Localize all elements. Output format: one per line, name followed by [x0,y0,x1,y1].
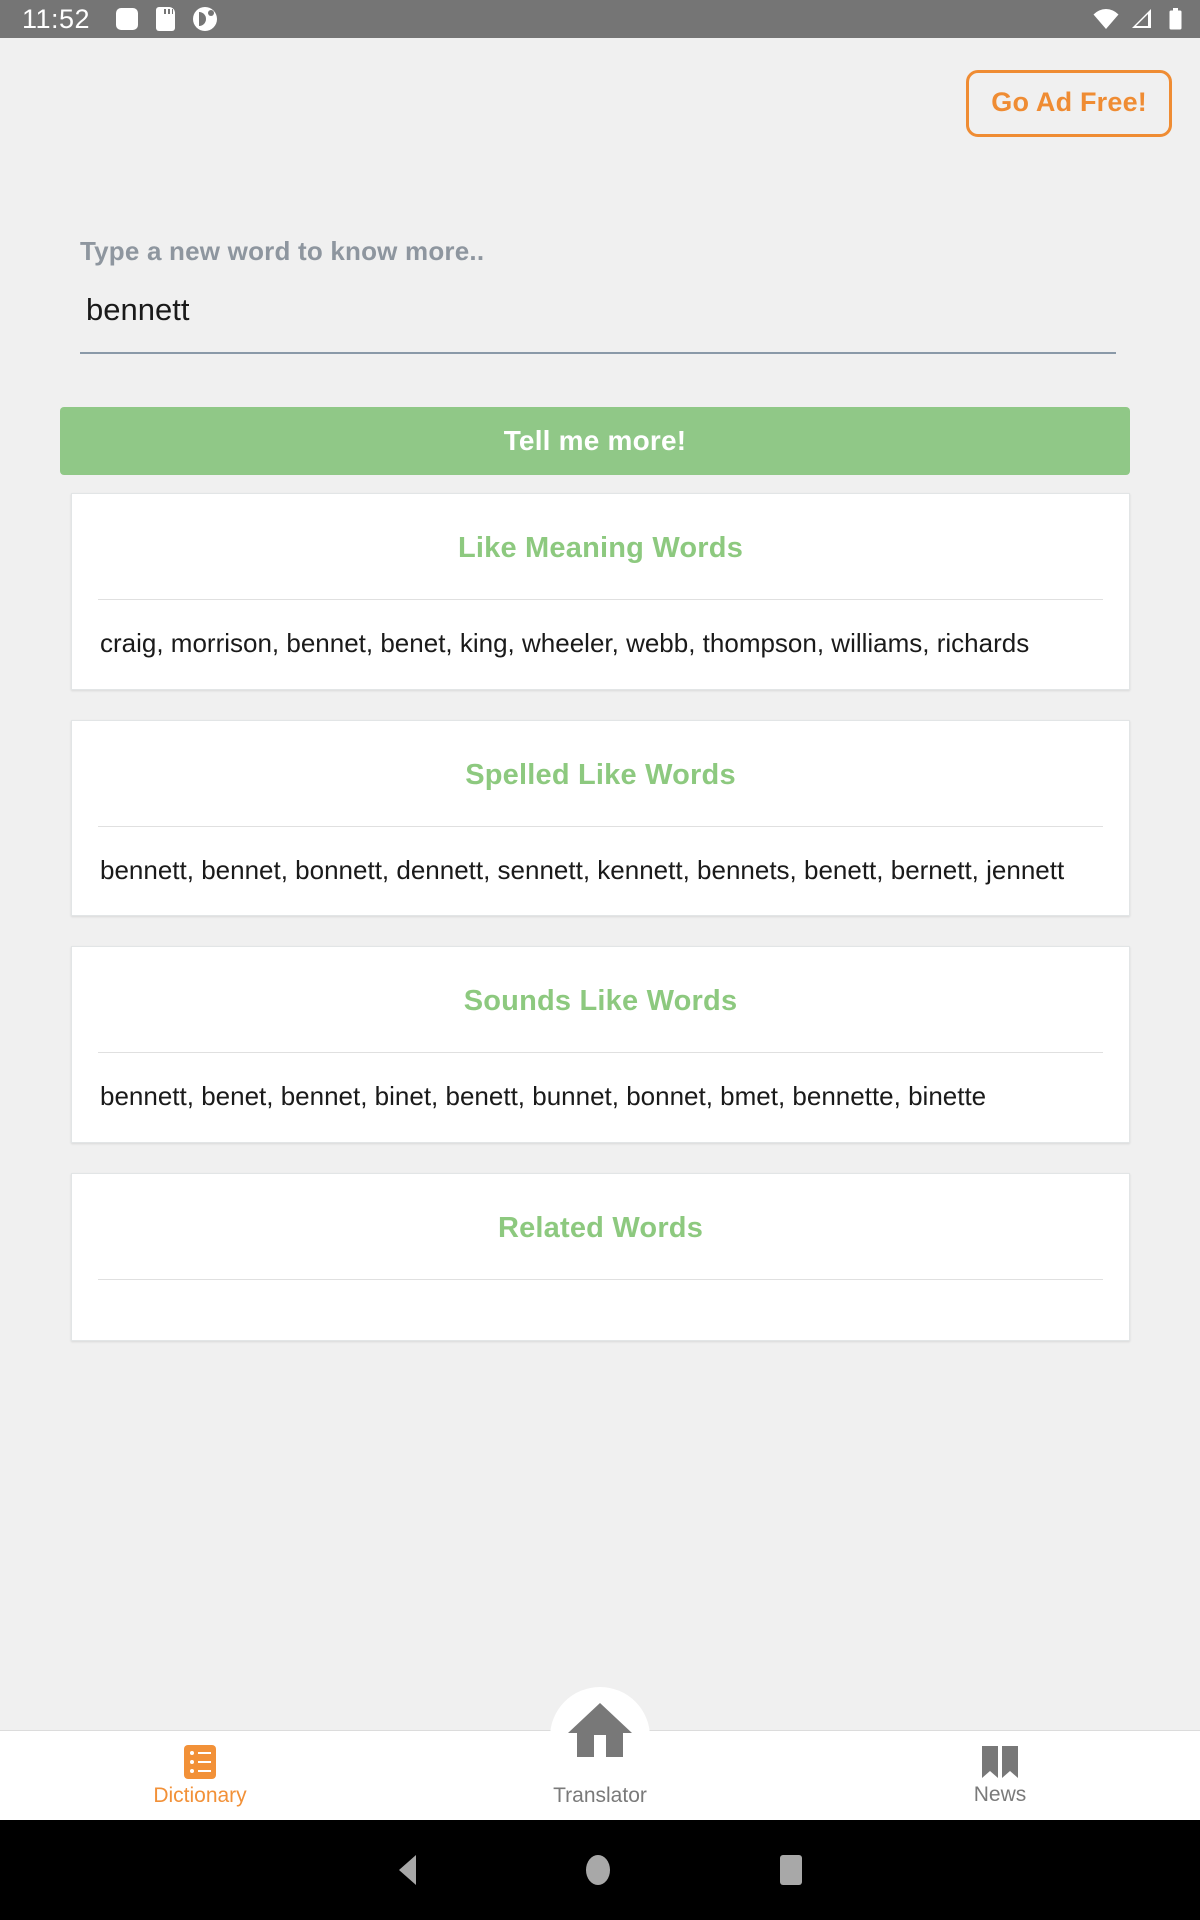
wifi-icon [1093,9,1119,29]
app-circle-icon [193,7,218,31]
recents-button-icon[interactable] [779,1855,802,1885]
card-title: Related Words [497,1211,704,1244]
nav-item-translator[interactable]: Translator [400,1687,800,1820]
battery-icon [1169,8,1182,30]
home-icon [566,1701,634,1764]
bottom-navigation: Dictionary Translator News [0,1687,1200,1820]
card-title: Spelled Like Words [465,758,736,791]
card-word-list: bennett, benet, bennet, binet, benett, b… [100,1081,987,1112]
card-title: Like Meaning Words [457,532,744,565]
search-label: Type a new word to know more.. [80,236,485,266]
card-word-list: craig, morrison, bennet, benet, king, wh… [100,628,1030,659]
status-bar-left-icons [116,7,218,31]
card-related-words: Related Words [71,1172,1130,1341]
nav-item-news[interactable]: News [800,1731,1200,1820]
nav-label-dictionary: Dictionary [153,1784,247,1807]
app-screen: 11:52 Go Ad Free! Type a new word to kno… [0,0,1200,1920]
ad-free-row: Go Ad Free! [0,38,1200,137]
book-icon [982,1746,1018,1778]
status-bar: 11:52 [0,0,1200,38]
main-content: Go Ad Free! Type a new word to know more… [0,38,1200,1730]
home-button-icon[interactable] [585,1855,610,1885]
nav-item-dictionary[interactable]: Dictionary [0,1731,400,1820]
status-bar-right-icons [1093,8,1182,30]
submit-row: Tell me more! [0,354,1200,476]
card-like-meaning-words: Like Meaning Words craig, morrison, benn… [71,493,1130,690]
search-section: Type a new word to know more.. [0,137,1200,355]
nav-label-translator: Translator [553,1784,647,1807]
card-title: Sounds Like Words [463,985,738,1018]
back-button-icon[interactable] [398,1855,416,1885]
status-bar-clock: 11:52 [22,3,91,34]
search-input-wrapper[interactable] [80,291,1116,355]
card-word-list [72,1280,1129,1340]
results-cards: Like Meaning Words craig, morrison, benn… [0,475,1200,1341]
rounded-square-icon [116,8,139,30]
nav-label-news: News [973,1783,1027,1806]
card-sounds-like-words: Sounds Like Words bennett, benet, bennet… [71,946,1130,1143]
search-input[interactable] [80,291,1116,329]
tell-me-more-button[interactable]: Tell me more! [60,407,1130,476]
card-word-list: bennett, bennet, bonnett, dennett, senne… [100,854,1065,885]
go-ad-free-button[interactable]: Go Ad Free! [966,70,1172,137]
signal-icon [1132,9,1151,28]
list-icon [184,1745,216,1779]
card-spelled-like-words: Spelled Like Words bennett, bennet, bonn… [71,719,1130,917]
sd-card-icon [156,7,176,31]
android-system-nav [0,1820,1200,1920]
